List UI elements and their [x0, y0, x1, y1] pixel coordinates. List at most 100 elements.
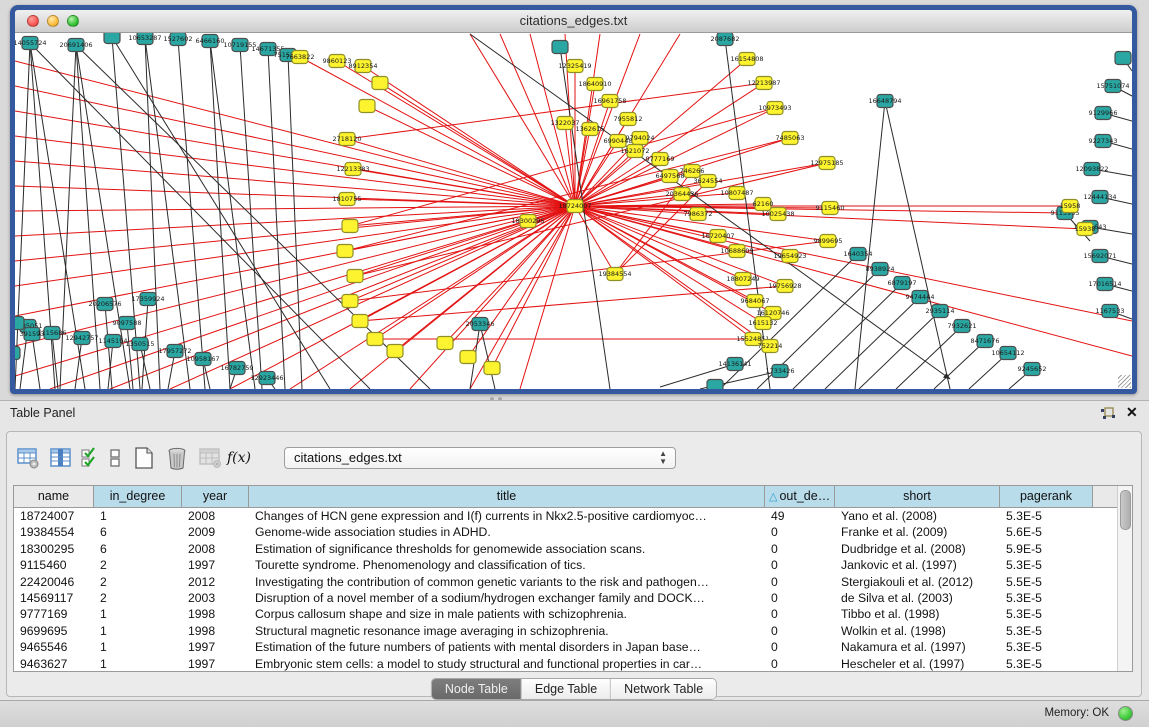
- minimize-window-button[interactable]: [47, 15, 59, 27]
- cell-name[interactable]: 14569117: [14, 590, 94, 606]
- graph-node[interactable]: [552, 41, 568, 54]
- table-settings-icon[interactable]: [15, 446, 41, 470]
- cell-in-degree[interactable]: 1: [94, 508, 182, 524]
- cell-name[interactable]: 9699695: [14, 623, 94, 639]
- cell-year[interactable]: 1998: [182, 623, 249, 639]
- cell-name[interactable]: 18724007: [14, 508, 94, 524]
- import-table-icon[interactable]: [197, 446, 223, 470]
- cell-out-de-[interactable]: 0: [765, 656, 835, 672]
- cell-pagerank[interactable]: 5.9E-5: [1000, 541, 1093, 557]
- cell-short[interactable]: Yano et al. (2008): [835, 508, 1000, 524]
- cell-out-de-[interactable]: 0: [765, 623, 835, 639]
- cell-out-de-[interactable]: 49: [765, 508, 835, 524]
- graph-node[interactable]: [484, 362, 500, 375]
- cell-short[interactable]: Wolkin et al. (1998): [835, 623, 1000, 639]
- graph-node[interactable]: [460, 351, 476, 364]
- cell-name[interactable]: 18300295: [14, 541, 94, 557]
- cell-out-de-[interactable]: 0: [765, 524, 835, 540]
- cell-title[interactable]: Corpus callosum shape and size in male p…: [249, 606, 765, 622]
- window-resize-grip[interactable]: [1118, 375, 1131, 388]
- cell-short[interactable]: Dudbridge et al. (2008): [835, 541, 1000, 557]
- cell-title[interactable]: Estimation of the future numbers of pati…: [249, 639, 765, 655]
- cell-year[interactable]: 2012: [182, 574, 249, 590]
- scrollbar-thumb[interactable]: [1120, 490, 1131, 530]
- graph-node[interactable]: [15, 317, 24, 330]
- cell-in-degree[interactable]: 6: [94, 541, 182, 557]
- graph-node[interactable]: [104, 33, 120, 44]
- graph-node[interactable]: [707, 380, 723, 390]
- graph-node[interactable]: [437, 337, 453, 350]
- cell-short[interactable]: Jankovic et al. (1997): [835, 557, 1000, 573]
- cell-pagerank[interactable]: 5.3E-5: [1000, 508, 1093, 524]
- graph-node[interactable]: [352, 315, 368, 328]
- column-header-pagerank[interactable]: pagerank: [1000, 486, 1093, 508]
- graph-node[interactable]: [359, 100, 375, 113]
- cell-pagerank[interactable]: 5.3E-5: [1000, 557, 1093, 573]
- tab-network-table[interactable]: Network Table: [611, 679, 716, 699]
- cell-out-de-[interactable]: 0: [765, 639, 835, 655]
- close-window-button[interactable]: [27, 15, 39, 27]
- table-row[interactable]: 1872400712008Changes of HCN gene express…: [14, 508, 1132, 524]
- table-row[interactable]: 1938455462009Genome-wide association stu…: [14, 524, 1132, 540]
- cell-pagerank[interactable]: 5.3E-5: [1000, 590, 1093, 606]
- cell-short[interactable]: Hescheler et al. (1997): [835, 656, 1000, 672]
- function-builder-icon[interactable]: f(x): [230, 446, 248, 470]
- cell-name[interactable]: 9465546: [14, 639, 94, 655]
- memory-status-indicator[interactable]: [1118, 706, 1133, 721]
- table-vertical-scrollbar[interactable]: [1117, 486, 1132, 671]
- table-row[interactable]: 977716911998Corpus callosum shape and si…: [14, 606, 1132, 622]
- cell-short[interactable]: de Silva et al. (2003): [835, 590, 1000, 606]
- cell-short[interactable]: Franke et al. (2009): [835, 524, 1000, 540]
- cell-in-degree[interactable]: 6: [94, 524, 182, 540]
- cell-in-degree[interactable]: 1: [94, 606, 182, 622]
- cell-year[interactable]: 2008: [182, 508, 249, 524]
- cell-in-degree[interactable]: 1: [94, 656, 182, 672]
- graph-node[interactable]: [387, 345, 403, 358]
- cell-pagerank[interactable]: 5.5E-5: [1000, 574, 1093, 590]
- graph-node[interactable]: [1115, 52, 1131, 65]
- column-header-title[interactable]: title: [249, 486, 765, 508]
- network-window-titlebar[interactable]: citations_edges.txt: [15, 10, 1132, 33]
- zoom-window-button[interactable]: [67, 15, 79, 27]
- cell-name[interactable]: 22420046: [14, 574, 94, 590]
- tab-node-table[interactable]: Node Table: [432, 679, 522, 699]
- table-column-icon[interactable]: [48, 446, 74, 470]
- graph-node[interactable]: [347, 270, 363, 283]
- cell-title[interactable]: Disruption of a novel member of a sodium…: [249, 590, 765, 606]
- graph-node[interactable]: [372, 77, 388, 90]
- graph-node[interactable]: [342, 220, 358, 233]
- cell-in-degree[interactable]: 1: [94, 639, 182, 655]
- cell-year[interactable]: 2009: [182, 524, 249, 540]
- cell-title[interactable]: Genome-wide association studies in ADHD.: [249, 524, 765, 540]
- cell-name[interactable]: 9463627: [14, 656, 94, 672]
- column-header-short[interactable]: short: [835, 486, 1000, 508]
- graph-node[interactable]: [337, 245, 353, 258]
- cell-out-de-[interactable]: 0: [765, 606, 835, 622]
- cell-in-degree[interactable]: 2: [94, 590, 182, 606]
- new-table-icon[interactable]: [131, 446, 157, 470]
- cell-pagerank[interactable]: 5.6E-5: [1000, 524, 1093, 540]
- cell-name[interactable]: 9777169: [14, 606, 94, 622]
- graph-node[interactable]: [367, 333, 383, 346]
- cell-out-de-[interactable]: 0: [765, 574, 835, 590]
- column-header-name[interactable]: name: [14, 486, 94, 508]
- float-panel-icon[interactable]: [1100, 407, 1116, 421]
- cell-out-de-[interactable]: 0: [765, 557, 835, 573]
- table-row[interactable]: 946362711997Embryonic stem cells: a mode…: [14, 656, 1132, 672]
- cell-title[interactable]: Estimation of significance thresholds fo…: [249, 541, 765, 557]
- network-table-selector[interactable]: citations_edges.txt ▲▼: [284, 447, 676, 469]
- table-row[interactable]: 911546021997Tourette syndrome. Phenomeno…: [14, 557, 1132, 573]
- column-header-in-degree[interactable]: in_degree: [94, 486, 182, 508]
- network-graph[interactable]: 1405572420691406106532871527602646616010…: [15, 33, 1132, 389]
- cell-title[interactable]: Investigating the contribution of common…: [249, 574, 765, 590]
- cell-out-de-[interactable]: 0: [765, 541, 835, 557]
- cell-year[interactable]: 1997: [182, 656, 249, 672]
- cell-pagerank[interactable]: 5.3E-5: [1000, 639, 1093, 655]
- cell-year[interactable]: 2008: [182, 541, 249, 557]
- table-row[interactable]: 1456911722003Disruption of a novel membe…: [14, 590, 1132, 606]
- table-row[interactable]: 969969511998Structural magnetic resonanc…: [14, 623, 1132, 639]
- cell-in-degree[interactable]: 1: [94, 623, 182, 639]
- cell-short[interactable]: Tibbo et al. (1998): [835, 606, 1000, 622]
- cell-pagerank[interactable]: 5.3E-5: [1000, 606, 1093, 622]
- graph-node[interactable]: [15, 347, 20, 360]
